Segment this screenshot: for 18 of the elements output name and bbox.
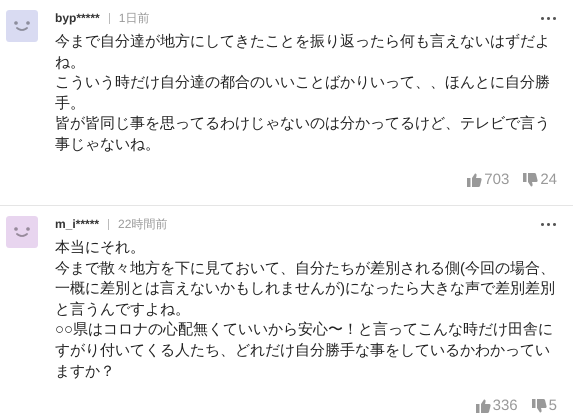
comment-text: 皆が皆同じ事を思ってるわけじゃないのは分かってるけど、テレビで言う事じゃないね。 [55, 114, 551, 155]
post-time: 1日前 [118, 10, 150, 27]
user-name[interactable]: m_i***** [55, 215, 100, 234]
comment-text: こういう時だけ自分達の都合のいいことばかりいって、、ほんとに自分勝手。 [55, 73, 551, 114]
thumbs-down-icon [532, 399, 547, 414]
comment-text: ○○県はコロナの心配無くていいから安心〜！と言ってこんな時だけ田舎にすがり付いてくる人たち、どれだけ自分勝手な事をしているかわかっていますか？ [55, 320, 554, 382]
thumbs-up-icon [467, 172, 482, 187]
like-button[interactable]: 336 [476, 395, 518, 418]
dislike-button[interactable]: 24 [523, 168, 557, 192]
like-button[interactable]: 703 [467, 168, 510, 192]
thumbs-up-icon [476, 399, 491, 414]
dislike-button[interactable]: 5 [532, 395, 557, 418]
comment-text: 今まで散々地方を下に見ておいて、自分たちが差別される側(今回の場合、一概に差別とは言えないかもしれませんが)になったら大きな声で差別差別と言うんですよね。 [55, 258, 555, 320]
post-time: 22時間前 [118, 216, 168, 234]
comment-text: 本当にそれ。 [55, 238, 146, 258]
thumbs-down-icon [523, 172, 538, 187]
user-name[interactable]: byp***** [55, 9, 100, 27]
comment-text: 今まで自分達が地方にしてきたことを振り返ったら何も言えないはずだよね。 [55, 32, 551, 73]
